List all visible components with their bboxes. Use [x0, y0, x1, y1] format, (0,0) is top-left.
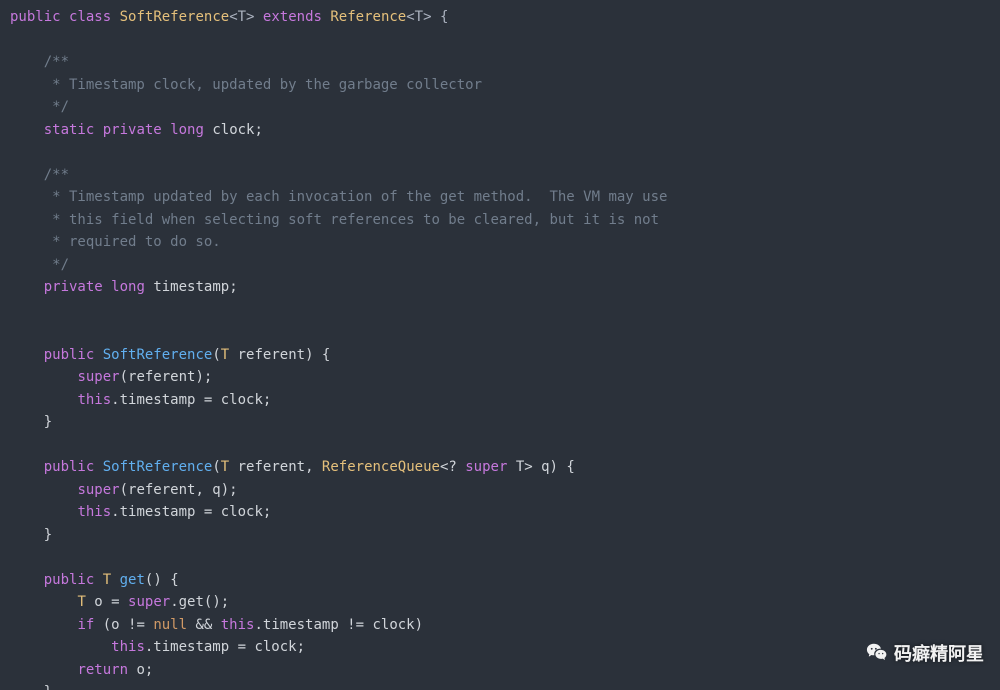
call: .get();	[170, 594, 229, 610]
keyword-return: return	[77, 662, 128, 678]
keyword-super: super	[77, 369, 119, 385]
comment: * required to do so.	[44, 234, 221, 250]
keyword-public: public	[10, 9, 61, 25]
superclass: Reference	[330, 9, 406, 25]
keyword-public: public	[44, 347, 95, 363]
expr: &&	[187, 617, 221, 633]
keyword-if: if	[77, 617, 94, 633]
comma: ,	[305, 459, 322, 475]
keyword-long: long	[111, 279, 145, 295]
field-name: timestamp	[153, 279, 229, 295]
paren: ) {	[550, 459, 575, 475]
constructor-name: SoftReference	[103, 347, 213, 363]
semicolon: ;	[229, 279, 237, 295]
keyword-super: super	[465, 459, 507, 475]
keyword-static: static	[44, 122, 95, 138]
paren: ) {	[305, 347, 330, 363]
assign: o =	[86, 594, 128, 610]
brace: }	[44, 527, 52, 543]
comment: * Timestamp clock, updated by the garbag…	[44, 77, 482, 93]
generic: T>	[507, 459, 532, 475]
expr: (o !=	[94, 617, 153, 633]
comment: /**	[44, 54, 69, 70]
keyword-long: long	[170, 122, 204, 138]
param-name: referent	[238, 347, 305, 363]
keyword-super: super	[77, 482, 119, 498]
keyword-this: this	[77, 392, 111, 408]
paren: (	[212, 459, 220, 475]
brace: }	[44, 414, 52, 430]
comment: * this field when selecting soft referen…	[44, 212, 659, 228]
param-type: T	[221, 347, 229, 363]
keyword-private: private	[44, 279, 103, 295]
comment: /**	[44, 167, 69, 183]
param-name: referent	[238, 459, 305, 475]
param-type: T	[221, 459, 229, 475]
keyword-this: this	[221, 617, 255, 633]
keyword-public: public	[44, 572, 95, 588]
brace: }	[44, 684, 52, 690]
semicolon: ;	[255, 122, 263, 138]
method-name: get	[120, 572, 145, 588]
comment: */	[44, 257, 69, 273]
keyword-class: class	[69, 9, 111, 25]
generic: <?	[440, 459, 465, 475]
keyword-public: public	[44, 459, 95, 475]
keyword-private: private	[103, 122, 162, 138]
brace: {	[432, 9, 449, 25]
assign: .timestamp = clock;	[145, 639, 305, 655]
comment: * Timestamp updated by each invocation o…	[44, 189, 668, 205]
var-type: T	[77, 594, 85, 610]
code-viewer: public class SoftReference<T> extends Re…	[0, 0, 1000, 690]
return-type: T	[103, 572, 111, 588]
super-generic: <T>	[406, 9, 431, 25]
constructor-name: SoftReference	[103, 459, 213, 475]
keyword-extends: extends	[263, 9, 322, 25]
param-type: ReferenceQueue	[322, 459, 440, 475]
generic: <T>	[229, 9, 254, 25]
keyword-super: super	[128, 594, 170, 610]
keyword-this: this	[111, 639, 145, 655]
keyword-this: this	[77, 504, 111, 520]
call: (referent, q);	[120, 482, 238, 498]
literal-null: null	[153, 617, 187, 633]
assign: .timestamp = clock;	[111, 392, 271, 408]
expr: o;	[128, 662, 153, 678]
call: (referent);	[120, 369, 213, 385]
comment: */	[44, 99, 69, 115]
field-name: clock	[212, 122, 254, 138]
sig-end: () {	[145, 572, 179, 588]
expr: .timestamp != clock)	[254, 617, 423, 633]
paren: (	[212, 347, 220, 363]
param-name: q	[533, 459, 550, 475]
classname: SoftReference	[120, 9, 230, 25]
assign: .timestamp = clock;	[111, 504, 271, 520]
